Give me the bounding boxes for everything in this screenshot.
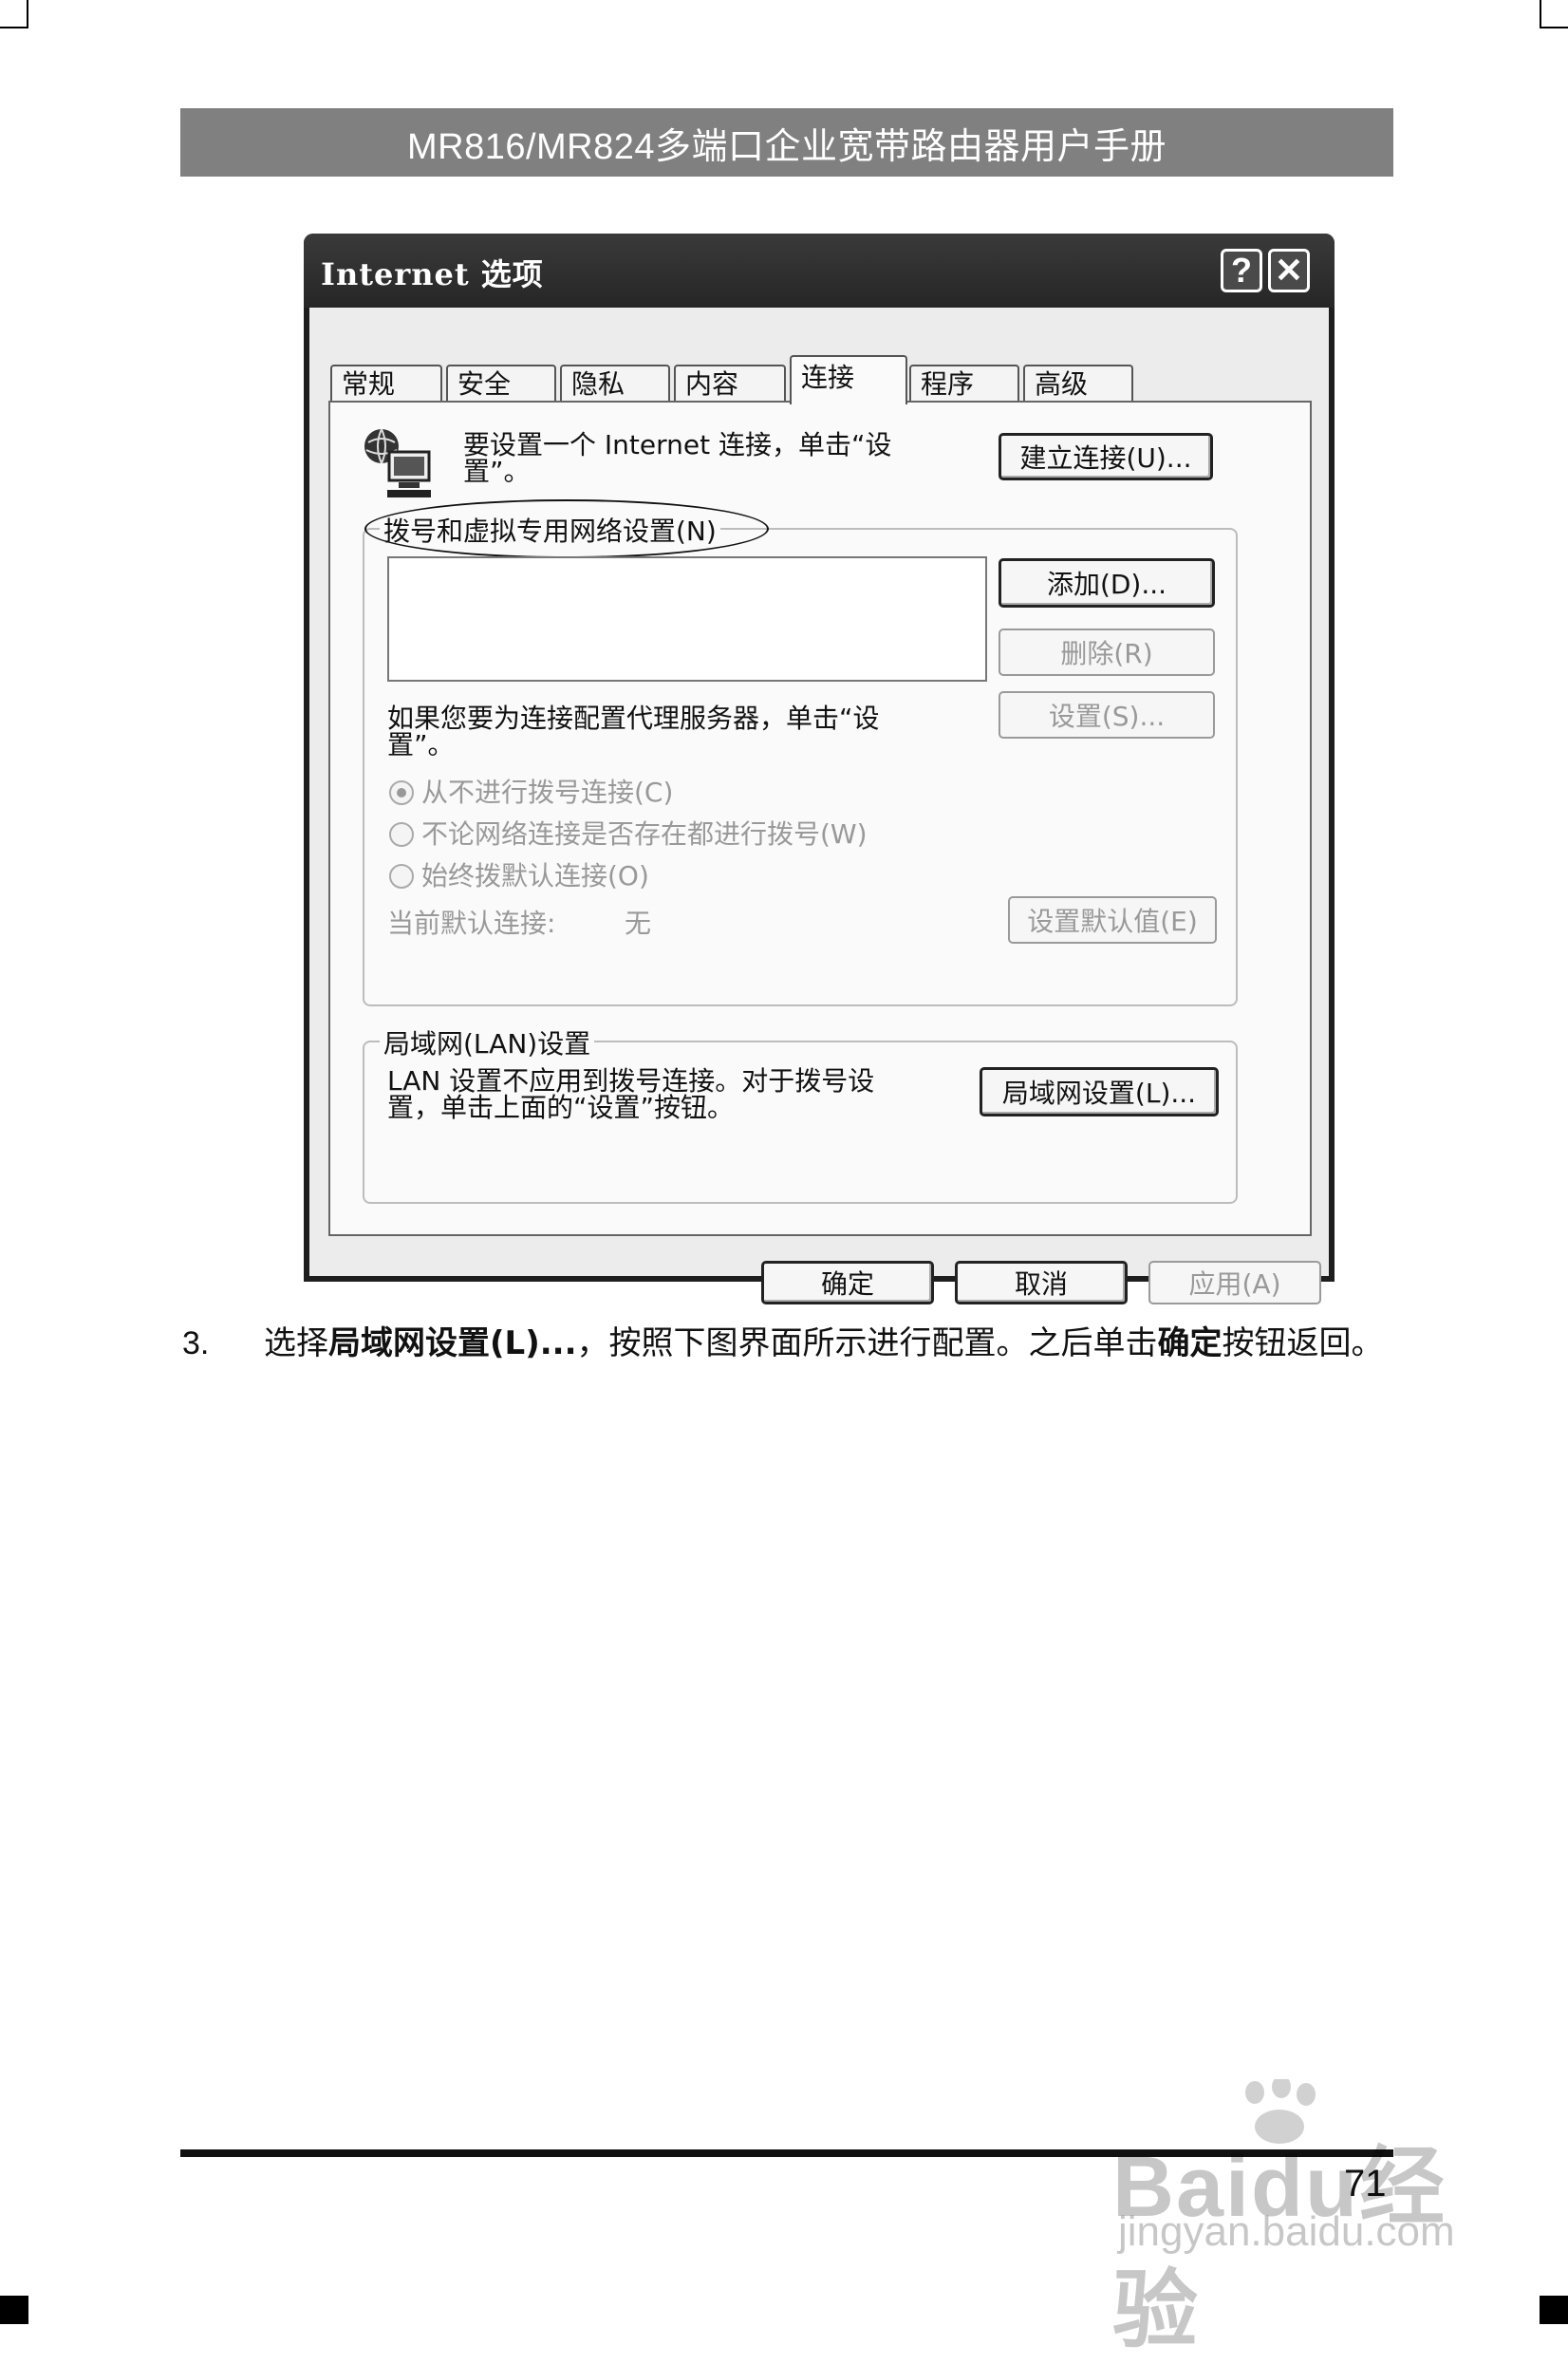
- lan-group-label: 局域网(LAN)设置: [380, 1023, 595, 1061]
- watermark-url: jingyan.baidu.com: [1118, 2208, 1455, 2255]
- button-label: 设置默认值(E): [1027, 906, 1198, 937]
- radio-never-dial[interactable]: [389, 780, 414, 805]
- tab-label: 安全: [457, 368, 512, 400]
- close-button[interactable]: ✕: [1268, 249, 1310, 292]
- button-label: 删除(R): [1060, 638, 1153, 669]
- connections-panel: 要设置一个 Internet 连接，单击“设 置”。 建立连接(U)... 拨号…: [328, 401, 1312, 1236]
- baidu-watermark: Baidu经验 jingyan.baidu.com: [1112, 2079, 1473, 2358]
- radio-dial-when-no-network[interactable]: [389, 822, 414, 847]
- radio-always-dial-label: 始终拨默认连接(O): [421, 860, 649, 891]
- button-label: 局域网设置(L)...: [1001, 1078, 1197, 1109]
- tab-label: 隐私: [571, 368, 625, 400]
- crop-mark-top-left: [27, 0, 28, 28]
- internet-options-dialog: Internet 选项 ? ✕ 常规 安全 隐私 内容 连接 程序 高级 要设置…: [304, 234, 1335, 1304]
- step-number: 3.: [182, 1325, 210, 1361]
- ok-button[interactable]: 确定: [761, 1261, 934, 1304]
- current-default-label: 当前默认连接:: [387, 908, 556, 939]
- radio-always-dial[interactable]: [389, 864, 414, 889]
- tab-connections[interactable]: 连接: [790, 355, 907, 404]
- remove-button[interactable]: 删除(R): [999, 629, 1215, 676]
- cancel-button[interactable]: 取消: [955, 1261, 1128, 1304]
- lan-settings-button[interactable]: 局域网设置(L)...: [980, 1067, 1219, 1116]
- tab-advanced[interactable]: 高级: [1023, 365, 1133, 401]
- help-button[interactable]: ?: [1221, 249, 1262, 292]
- tab-programs[interactable]: 程序: [909, 365, 1019, 401]
- manual-header: MR816/MR824多端口企业宽带路由器用户手册: [180, 108, 1393, 177]
- button-label: 取消: [1014, 1268, 1068, 1300]
- close-icon: ✕: [1274, 251, 1304, 290]
- button-label: 设置(S)...: [1048, 701, 1166, 732]
- radio-dial-when-no-network-label: 不论网络连接是否存在都进行拨号(W): [421, 818, 868, 850]
- step-bold-part: 局域网设置(L)...: [328, 1324, 577, 1362]
- tab-label: 程序: [921, 368, 975, 400]
- proxy-text-line1: 如果您要为连接配置代理服务器，单击“设: [387, 703, 880, 734]
- apply-button[interactable]: 应用(A): [1148, 1261, 1321, 1304]
- proxy-text-line2: 置”。: [387, 729, 455, 760]
- tab-general[interactable]: 常规: [330, 365, 442, 401]
- dialog-client-area: 常规 安全 隐私 内容 连接 程序 高级 要设置一个 Internet 连接，单…: [309, 308, 1329, 1304]
- crop-mark-bottom-right: [1540, 2296, 1568, 2324]
- setup-connection-button[interactable]: 建立连接(U)...: [999, 433, 1213, 480]
- highlight-ellipse: [364, 499, 769, 558]
- network-computer-icon: [364, 428, 431, 497]
- setup-text-line2: 置”。: [463, 456, 531, 487]
- tab-content[interactable]: 内容: [674, 365, 786, 401]
- add-button[interactable]: 添加(D)...: [999, 558, 1215, 608]
- tab-label: 连接: [801, 362, 855, 393]
- manual-title: MR816/MR824多端口企业宽带路由器用户手册: [406, 126, 1167, 167]
- button-label: 建立连接(U)...: [1019, 442, 1192, 474]
- settings-button[interactable]: 设置(S)...: [999, 691, 1215, 739]
- tab-privacy[interactable]: 隐私: [560, 365, 670, 401]
- tab-security[interactable]: 安全: [446, 365, 556, 401]
- button-label: 确定: [820, 1268, 874, 1300]
- set-default-button[interactable]: 设置默认值(E): [1008, 896, 1217, 944]
- button-label: 添加(D)...: [1046, 569, 1167, 600]
- dialog-title: Internet 选项: [321, 256, 544, 292]
- radio-never-dial-label: 从不进行拨号连接(C): [421, 777, 674, 808]
- tab-label: 高级: [1035, 368, 1089, 400]
- crop-mark-top-right: [1540, 0, 1541, 28]
- tab-label: 常规: [342, 368, 396, 400]
- dialog-titlebar: Internet 选项 ? ✕: [304, 234, 1335, 308]
- connection-list[interactable]: [387, 556, 987, 682]
- crop-mark-bottom-left: [0, 2296, 28, 2324]
- step-text-part: 选择: [264, 1324, 328, 1362]
- crop-mark-top-right: [1540, 27, 1568, 28]
- lan-text-line2: 置，单击上面的“设置”按钮。: [387, 1092, 735, 1123]
- step-text-part: 按钮返回。: [1222, 1324, 1384, 1362]
- button-label: 应用(A): [1188, 1268, 1281, 1300]
- step-text-part: ，按照下图界面所示进行配置。之后单击: [576, 1324, 1158, 1362]
- current-default-value: 无: [625, 908, 652, 939]
- tab-label: 内容: [685, 368, 739, 400]
- help-icon: ?: [1231, 251, 1252, 290]
- step-instruction: 选择局域网设置(L)...，按照下图界面所示进行配置。之后单击确定按钮返回。: [264, 1318, 1403, 1369]
- crop-mark-top-left: [0, 27, 28, 28]
- step-bold-part: 确定: [1157, 1324, 1223, 1362]
